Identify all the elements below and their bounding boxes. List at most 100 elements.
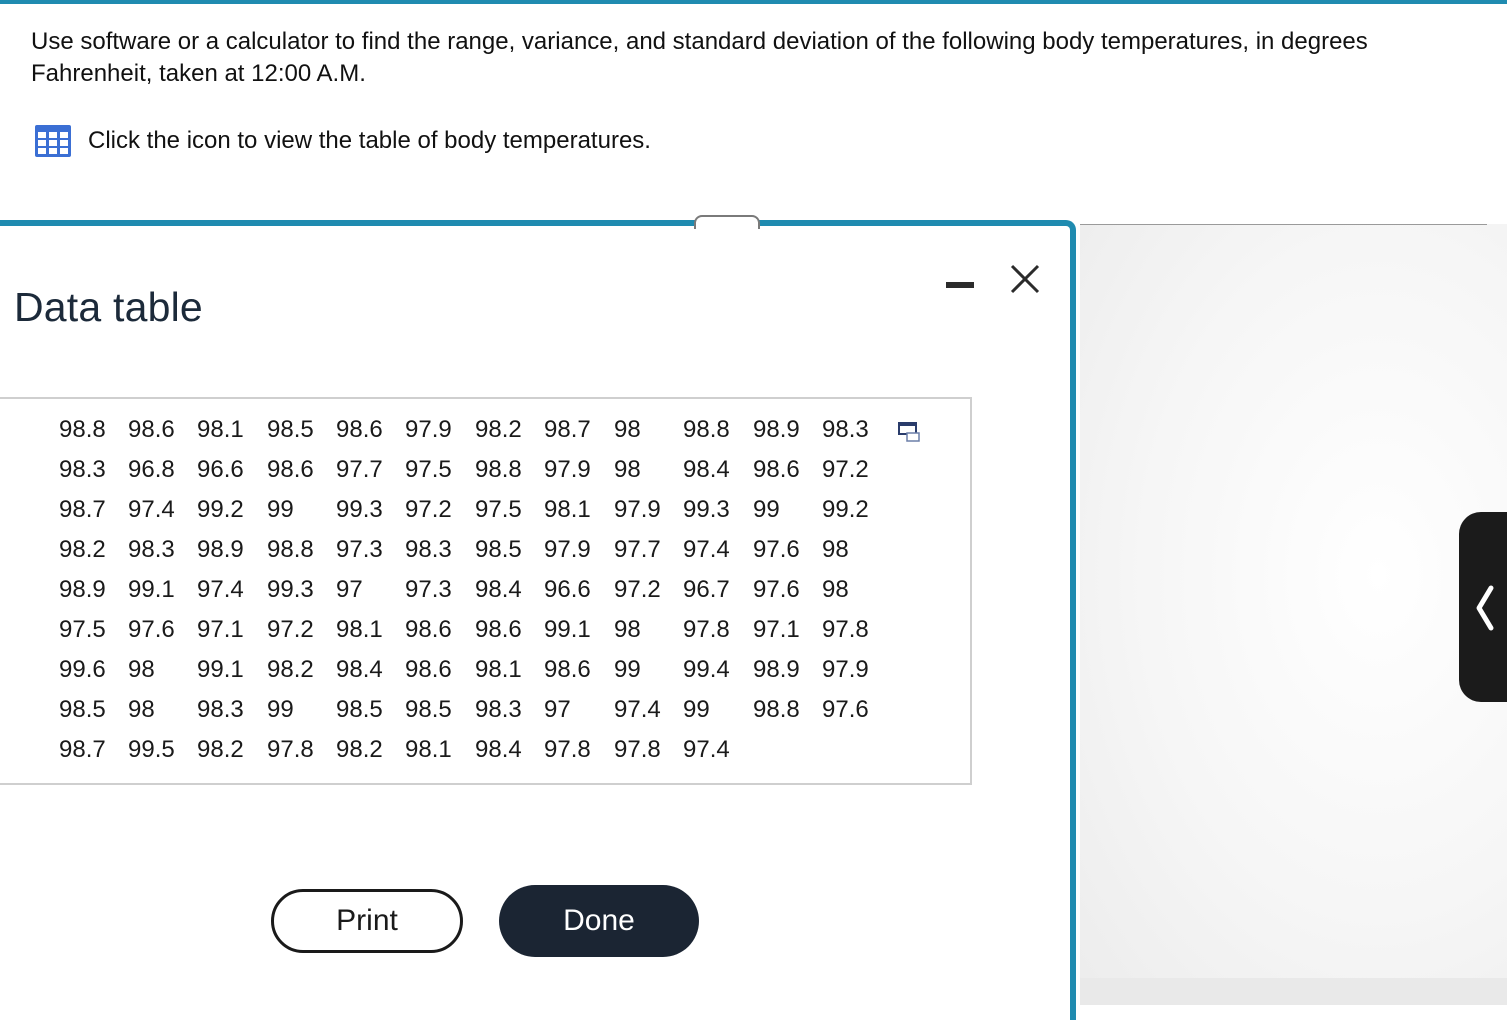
- temperature-cell: 98.5: [405, 696, 452, 723]
- temperature-cell: 97: [336, 576, 363, 603]
- temperature-cell: 97.3: [405, 576, 452, 603]
- temperature-cell: 98.5: [267, 416, 314, 443]
- temperature-cell: 97.6: [753, 576, 800, 603]
- temperature-cell: 97.2: [822, 456, 869, 483]
- temperature-cell: 97.1: [197, 616, 244, 643]
- temperature-cell: 98.1: [475, 656, 522, 683]
- table-link-text[interactable]: Click the icon to view the table of body…: [88, 127, 651, 155]
- temperature-cell: 98.7: [59, 736, 106, 763]
- temperature-cell: 97.4: [197, 576, 244, 603]
- temperature-cell: 97.7: [614, 536, 661, 563]
- temperature-cell: 97.4: [614, 696, 661, 723]
- temperature-cell: 99.1: [197, 656, 244, 683]
- temperature-cell: 98.5: [59, 696, 106, 723]
- temperature-cell: 98.8: [753, 696, 800, 723]
- temperature-cell: 98.9: [59, 576, 106, 603]
- temperature-cell: 99.3: [267, 576, 314, 603]
- background-footer: [1080, 978, 1507, 1005]
- temperature-cell: 98.3: [822, 416, 869, 443]
- temperature-cell: 97.4: [128, 496, 175, 523]
- temperature-cell: 98.2: [475, 416, 522, 443]
- temperature-cell: 98.6: [544, 656, 591, 683]
- temperature-cell: 97.9: [544, 456, 591, 483]
- temperature-cell: 97.8: [614, 736, 661, 763]
- temperature-cell: 97.9: [544, 536, 591, 563]
- temperature-cell: 98.8: [267, 536, 314, 563]
- temperature-cell: 98.1: [405, 736, 452, 763]
- temperature-cell: 99.6: [59, 656, 106, 683]
- chevron-left-icon: [1476, 585, 1494, 631]
- temperature-cell: 97.9: [405, 416, 452, 443]
- done-button[interactable]: Done: [499, 885, 699, 957]
- copy-icon[interactable]: [898, 421, 922, 443]
- temperature-cell: 99.2: [822, 496, 869, 523]
- temperature-cell: 99: [683, 696, 710, 723]
- temperature-cell: 97.4: [683, 536, 730, 563]
- temperature-cell: 97.8: [683, 616, 730, 643]
- temperature-cell: 97.5: [59, 616, 106, 643]
- temperature-cell: 98.9: [753, 656, 800, 683]
- dialog-title: Data table: [14, 284, 203, 330]
- temperature-cell: 98.6: [475, 616, 522, 643]
- top-accent-rule: [0, 0, 1507, 4]
- temperature-cell: 98.3: [475, 696, 522, 723]
- temperature-cell: 97.6: [822, 696, 869, 723]
- temperature-cell: 97.6: [753, 536, 800, 563]
- temperature-cell: 99: [753, 496, 780, 523]
- temperature-cell: 98.3: [405, 536, 452, 563]
- temperature-cell: 98.2: [59, 536, 106, 563]
- temperature-cell: 98.2: [267, 656, 314, 683]
- temperature-cell: 98: [614, 616, 641, 643]
- temperature-cell: 97.9: [822, 656, 869, 683]
- temperature-cell: 99.2: [197, 496, 244, 523]
- minimize-icon: [946, 282, 974, 288]
- temperature-cell: 98: [128, 696, 155, 723]
- temperature-cell: 98.6: [753, 456, 800, 483]
- temperature-cell: 97.5: [475, 496, 522, 523]
- temperature-cell: 98.1: [544, 496, 591, 523]
- temperature-cell: 97.3: [336, 536, 383, 563]
- temperature-cell: 97.9: [614, 496, 661, 523]
- table-grid-icon[interactable]: [34, 124, 72, 158]
- temperature-cell: 99.1: [128, 576, 175, 603]
- temperature-cell: 97: [544, 696, 571, 723]
- temperature-cell: 96.6: [544, 576, 591, 603]
- temperature-cell: 98.6: [405, 616, 452, 643]
- temperature-cell: 98: [822, 576, 849, 603]
- temperature-cell: 98: [614, 416, 641, 443]
- temperature-cell: 98.3: [59, 456, 106, 483]
- print-button[interactable]: Print: [271, 889, 463, 953]
- temperature-cell: 97.5: [405, 456, 452, 483]
- temperature-cell: 98: [614, 456, 641, 483]
- temperature-cell: 96.6: [197, 456, 244, 483]
- temperature-grid: 98.8 98.6 98.1 98.5 98.6 97.9 98.2 98.7 98 98.8 98…: [59, 410, 882, 770]
- temperature-cell: 97.7: [336, 456, 383, 483]
- temperature-cell: 98.7: [544, 416, 591, 443]
- temperature-cell: 98.6: [336, 416, 383, 443]
- temperature-cell: [753, 730, 822, 770]
- temperature-cell: 98.2: [197, 736, 244, 763]
- temperature-cell: 97.8: [267, 736, 314, 763]
- temperature-cell: 98.8: [683, 416, 730, 443]
- temperature-cell: 99.1: [544, 616, 591, 643]
- temperature-cell: 96.8: [128, 456, 175, 483]
- temperature-cell: 99: [614, 656, 641, 683]
- table-link-row[interactable]: Click the icon to view the table of body…: [34, 124, 651, 158]
- temperature-cell: 98.4: [336, 656, 383, 683]
- close-icon[interactable]: [1008, 262, 1042, 296]
- temperature-cell: 97.2: [405, 496, 452, 523]
- temperature-cell: 98.5: [475, 536, 522, 563]
- temperature-cell: 97.6: [128, 616, 175, 643]
- temperature-cell: 98.1: [336, 616, 383, 643]
- background-panel: [1080, 224, 1507, 1005]
- dialog-drag-handle[interactable]: [694, 215, 760, 229]
- temperature-cell: 97.2: [614, 576, 661, 603]
- background-divider: [1080, 224, 1487, 225]
- temperature-cell: [822, 730, 882, 770]
- side-drawer-toggle[interactable]: [1459, 512, 1507, 702]
- temperature-cell: 98: [128, 656, 155, 683]
- temperature-cell: 98.3: [128, 536, 175, 563]
- temperature-cell: 99: [267, 496, 294, 523]
- minimize-button[interactable]: [946, 278, 976, 292]
- temperature-cell: 98.9: [197, 536, 244, 563]
